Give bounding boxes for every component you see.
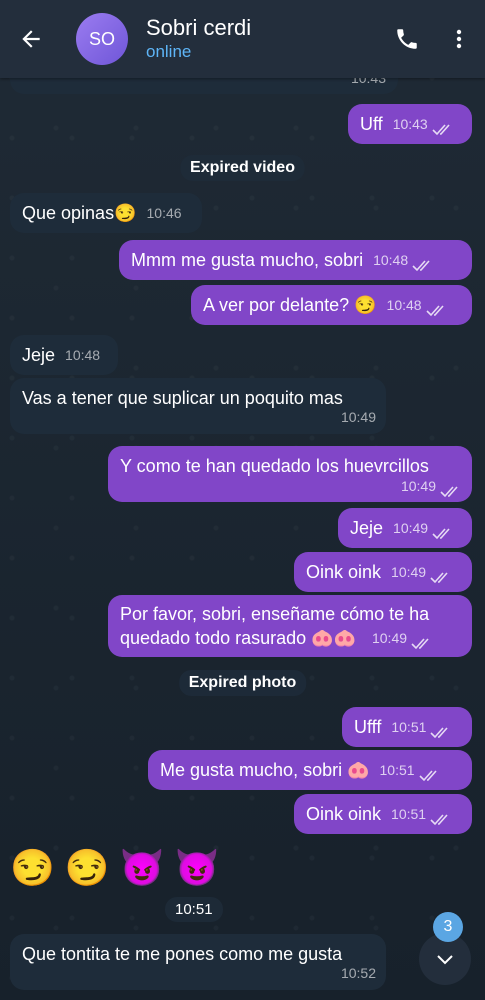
message-time: 10:48 bbox=[65, 347, 101, 363]
call-button[interactable] bbox=[381, 0, 433, 78]
message-bubble[interactable]: Ufff 10:51 bbox=[342, 707, 472, 747]
message-bubble[interactable]: Jeje 10:48 bbox=[10, 335, 118, 375]
message-bubble[interactable]: Y como te han quedado los huevrcillos 10… bbox=[108, 446, 472, 502]
smirk-emoji-icon: 😏 bbox=[10, 847, 55, 888]
emoji-message[interactable]: 😏 😏 😈 😈 bbox=[10, 846, 219, 890]
double-check-icon bbox=[430, 814, 448, 826]
message-text: Mmm me gusta mucho, sobri bbox=[131, 250, 364, 270]
message-time: 10:52 bbox=[340, 965, 376, 981]
message-time: 10:49 bbox=[400, 478, 436, 494]
phone-icon bbox=[397, 29, 417, 49]
message-text: Que opinas bbox=[22, 203, 115, 223]
double-check-icon bbox=[412, 260, 430, 272]
message-time: 10:49 bbox=[340, 409, 376, 425]
message-bubble[interactable]: Que opinas 😏 10:46 bbox=[10, 193, 202, 233]
message-bubble[interactable]: Uff 10:43 bbox=[348, 104, 472, 144]
double-check-icon bbox=[430, 727, 449, 739]
message-text: Me gusta mucho, sobri bbox=[160, 760, 343, 780]
more-vertical-icon bbox=[456, 29, 462, 49]
message-text: Vas a tener que suplicar un poquito mas bbox=[22, 388, 343, 408]
double-check-icon bbox=[440, 486, 458, 498]
message-bubble[interactable]: Vas a tener que suplicar un poquito mas … bbox=[10, 378, 386, 434]
chat-header: SO Sobri cerdi online bbox=[0, 0, 485, 78]
pig-nose-emoji-icon: 🐽🐽 bbox=[306, 628, 356, 648]
arrow-left-icon bbox=[22, 30, 40, 48]
double-check-icon bbox=[411, 638, 429, 650]
message-time: 10:51 bbox=[391, 719, 427, 735]
expired-video-notice: Expired video bbox=[180, 155, 305, 181]
chat-title: Sobri cerdi bbox=[146, 15, 252, 40]
message-time: 10:49 bbox=[371, 630, 408, 646]
devil-emoji-icon: 😈 bbox=[119, 847, 165, 888]
message-time: 10:51 bbox=[165, 897, 223, 922]
back-button[interactable] bbox=[0, 0, 62, 78]
devil-emoji-icon: 😈 bbox=[174, 847, 220, 888]
chevron-down-icon bbox=[437, 955, 453, 965]
message-text: Por favor, sobri, enseñame cómo te ha bbox=[120, 604, 430, 624]
message-time: 10:46 bbox=[146, 205, 182, 221]
message-text-line2: quedado todo rasurado bbox=[120, 628, 307, 648]
chat-title-block[interactable]: Sobri cerdi online bbox=[146, 15, 381, 63]
double-check-icon bbox=[430, 572, 448, 584]
double-check-icon bbox=[418, 770, 437, 782]
message-text: Ufff bbox=[354, 717, 382, 737]
message-bubble[interactable]: Oink oink 10:51 bbox=[294, 794, 472, 834]
message-bubble[interactable]: Que tontita te me pones como me gusta 10… bbox=[10, 934, 386, 990]
message-bubble[interactable]: Mmm me gusta mucho, sobri 10:48 bbox=[119, 240, 472, 280]
message-text: Jeje bbox=[350, 518, 384, 538]
message-text: A ver por delante? bbox=[203, 295, 350, 315]
menu-button[interactable] bbox=[433, 0, 485, 78]
smirk-emoji-icon: 😏 bbox=[114, 203, 137, 223]
message-bubble[interactable]: Por favor, sobri, enseñame cómo te ha qu… bbox=[108, 595, 472, 657]
message-text: Uff bbox=[360, 114, 383, 134]
double-check-icon bbox=[426, 305, 444, 317]
message-time: 10:49 bbox=[393, 520, 429, 536]
message-bubble[interactable]: Oink oink 10:49 bbox=[294, 552, 472, 592]
smirk-emoji-icon: 😏 bbox=[64, 847, 110, 888]
avatar[interactable]: SO bbox=[76, 13, 128, 65]
message-time: 10:49 bbox=[391, 564, 427, 580]
expired-photo-notice: Expired photo bbox=[178, 670, 307, 696]
message-time: 10:48 bbox=[373, 252, 409, 268]
message-text: Jeje bbox=[22, 345, 56, 365]
avatar-initials: SO bbox=[88, 28, 115, 49]
message-time: 10:43 bbox=[392, 116, 428, 132]
smirk-emoji-icon: 😏 bbox=[349, 295, 377, 315]
message-time: 10:51 bbox=[391, 806, 427, 822]
message-bubble[interactable]: Jeje 10:49 bbox=[338, 508, 472, 548]
message-time: 10:51 bbox=[379, 762, 415, 778]
double-check-icon bbox=[432, 124, 450, 136]
message-text: Oink oink bbox=[306, 562, 382, 582]
pig-nose-emoji-icon: 🐽 bbox=[342, 760, 370, 780]
message-text: Que tontita te me pones como me gusta bbox=[22, 944, 343, 964]
double-check-icon bbox=[432, 528, 450, 540]
unread-count-badge: 3 bbox=[433, 912, 463, 942]
message-bubble[interactable]: A ver por delante? 😏 10:48 bbox=[191, 285, 472, 325]
message-text: Oink oink bbox=[306, 804, 382, 824]
chat-status: online bbox=[146, 42, 192, 61]
message-time: 10:48 bbox=[386, 297, 422, 313]
message-bubble[interactable]: Me gusta mucho, sobri 🐽 10:51 bbox=[148, 750, 472, 790]
